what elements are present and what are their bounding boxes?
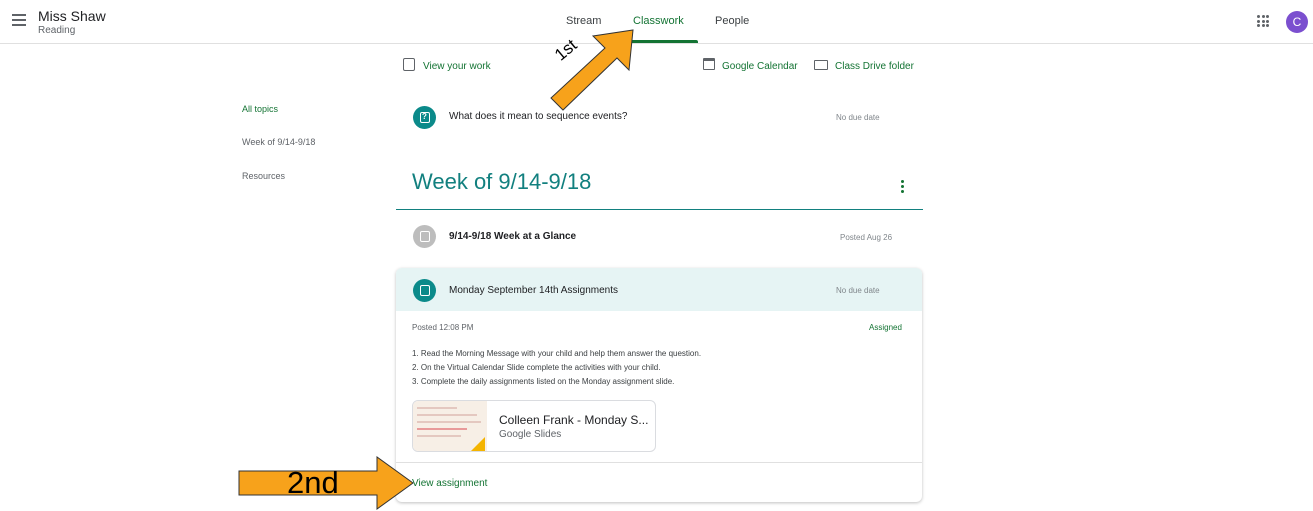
google-calendar-link[interactable]: Google Calendar: [722, 61, 798, 72]
assignment-card-header[interactable]: Monday September 14th Assignments No due…: [396, 268, 922, 311]
slides-thumbnail: [413, 401, 487, 451]
annotation-arrow-first: [550, 29, 634, 111]
google-apps-icon[interactable]: [1257, 15, 1269, 27]
class-name[interactable]: Miss Shaw: [38, 8, 106, 24]
material-icon: [413, 225, 436, 248]
class-drive-folder-link[interactable]: Class Drive folder: [835, 61, 914, 72]
attachment-type: Google Slides: [499, 429, 562, 440]
sidebar-item-resources[interactable]: Resources: [242, 171, 285, 181]
folder-icon[interactable]: [814, 60, 828, 70]
topic-heading: Week of 9/14-9/18: [412, 169, 592, 194]
attachment-chip[interactable]: Colleen Frank - Monday S... Google Slide…: [412, 400, 656, 452]
account-avatar[interactable]: C: [1286, 11, 1308, 33]
card-divider: [396, 462, 922, 463]
instruction-line: 1. Read the Morning Message with your ch…: [412, 349, 702, 358]
material-title[interactable]: 9/14-9/18 Week at a Glance: [449, 231, 576, 242]
calendar-icon[interactable]: [703, 58, 715, 70]
view-assignment-link[interactable]: View assignment: [412, 478, 487, 489]
annotation-label-second: 2nd: [287, 465, 339, 500]
assignment-due-date: No due date: [836, 286, 880, 295]
question-icon: ?: [413, 106, 436, 129]
view-work-icon[interactable]: [403, 58, 415, 71]
hamburger-menu-icon[interactable]: [12, 14, 26, 26]
slides-file-icon: [471, 437, 485, 451]
instruction-line: 3. Complete the daily assignments listed…: [412, 377, 675, 386]
assignment-title[interactable]: Monday September 14th Assignments: [449, 285, 618, 296]
view-your-work-link[interactable]: View your work: [423, 61, 491, 72]
sidebar-item-all-topics[interactable]: All topics: [242, 104, 278, 114]
topic-divider: [396, 209, 923, 210]
class-section: Reading: [38, 25, 76, 36]
tab-people[interactable]: People: [715, 15, 749, 27]
attachment-title: Colleen Frank - Monday S...: [499, 413, 649, 427]
assignment-icon: [413, 279, 436, 302]
instruction-line: 2. On the Virtual Calendar Slide complet…: [412, 363, 661, 372]
material-posted-date: Posted Aug 26: [840, 233, 893, 242]
question-due-date: No due date: [836, 113, 880, 122]
assignment-posted-time: Posted 12:08 PM: [412, 323, 474, 332]
status-badge: Assigned: [869, 323, 902, 332]
sidebar-item-week[interactable]: Week of 9/14-9/18: [242, 137, 315, 147]
more-options-icon[interactable]: [901, 180, 904, 195]
assignment-card: Monday September 14th Assignments No due…: [396, 268, 922, 502]
